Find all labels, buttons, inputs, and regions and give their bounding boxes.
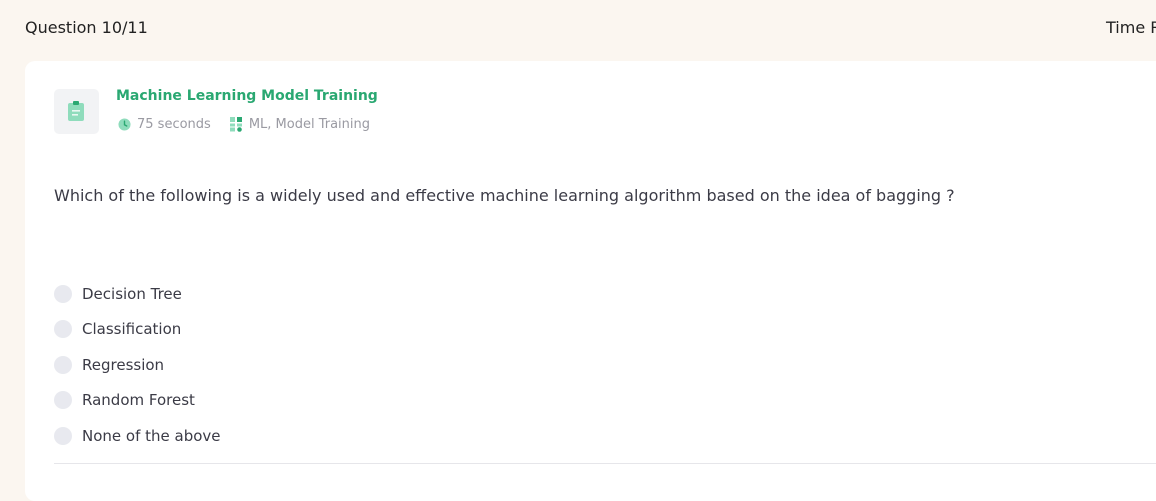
option-label: Random Forest — [82, 391, 195, 410]
answer-option-random-forest[interactable]: Random Forest — [54, 383, 221, 419]
radio-button[interactable] — [54, 284, 72, 303]
question-counter: Question 10/11 — [25, 18, 148, 37]
option-label: None of the above — [82, 426, 221, 445]
answer-option-none-of-the-above[interactable]: None of the above — [54, 418, 221, 454]
question-card: Machine Learning Model Training 75 secon… — [25, 61, 1156, 501]
radio-button[interactable] — [54, 320, 72, 339]
time-remaining-label: Time R — [1106, 18, 1156, 37]
question-text: Which of the following is a widely used … — [54, 186, 955, 205]
answer-option-decision-tree[interactable]: Decision Tree — [54, 276, 221, 312]
clock-icon — [118, 117, 131, 131]
radio-button[interactable] — [54, 391, 72, 410]
tags-icon — [229, 116, 242, 132]
option-label: Classification — [82, 320, 182, 339]
clipboard-icon — [68, 101, 84, 121]
answer-options: Decision Tree Classification Regression … — [54, 276, 221, 454]
question-duration: 75 seconds — [137, 116, 211, 132]
option-label: Decision Tree — [82, 284, 182, 303]
question-icon-box — [54, 89, 99, 134]
question-title: Machine Learning Model Training — [116, 88, 378, 104]
divider — [54, 463, 1156, 464]
top-bar: Question 10/11 Time R — [0, 0, 1156, 60]
radio-button[interactable] — [54, 426, 72, 445]
answer-option-classification[interactable]: Classification — [54, 312, 221, 348]
radio-button[interactable] — [54, 355, 72, 374]
option-label: Regression — [82, 355, 165, 374]
question-tags: ML, Model Training — [248, 116, 370, 132]
question-meta: 75 seconds ML, Model Training — [118, 115, 370, 133]
answer-option-regression[interactable]: Regression — [54, 347, 221, 383]
